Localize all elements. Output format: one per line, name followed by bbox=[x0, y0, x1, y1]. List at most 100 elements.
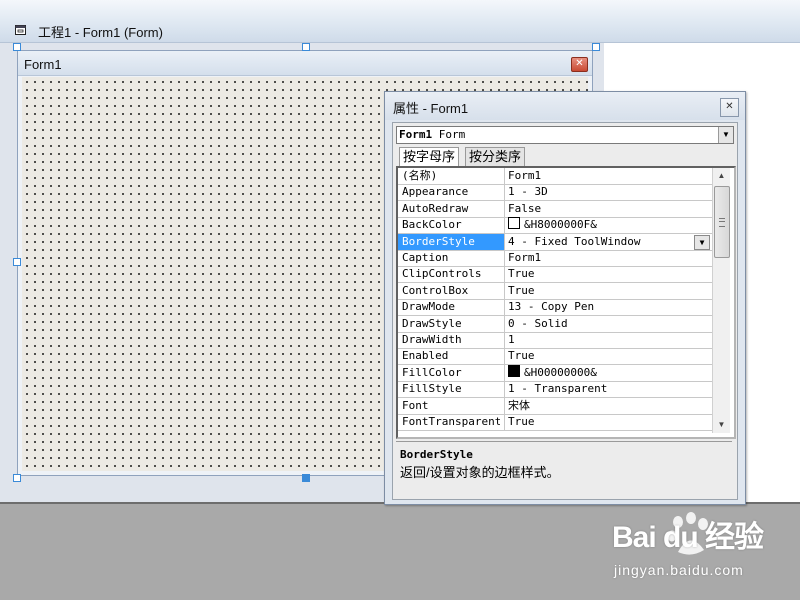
column-divider[interactable] bbox=[504, 217, 505, 234]
tab-alphabetic[interactable]: 按字母序 bbox=[399, 147, 460, 166]
property-value[interactable]: 1 - Transparent bbox=[508, 381, 712, 397]
property-description: BorderStyle 返回/设置对象的边框样式。 bbox=[396, 441, 732, 496]
property-value-text: &H8000000F& bbox=[524, 218, 597, 232]
property-value-text: True bbox=[508, 283, 535, 297]
object-type: Form bbox=[432, 128, 466, 141]
column-divider[interactable] bbox=[504, 184, 505, 201]
chevron-down-icon[interactable]: ▼ bbox=[694, 234, 710, 250]
column-divider[interactable] bbox=[504, 200, 505, 217]
property-value-text: True bbox=[508, 267, 535, 281]
property-row[interactable]: FontTransparent True bbox=[398, 414, 712, 431]
column-divider[interactable] bbox=[504, 299, 505, 316]
property-value[interactable]: &H8000000F& bbox=[508, 217, 712, 233]
property-value[interactable]: 4 - Fixed ToolWindow bbox=[508, 234, 712, 250]
property-value[interactable]: True bbox=[508, 283, 712, 299]
object-selector[interactable]: Form1 Form ▼ bbox=[396, 126, 734, 144]
property-value[interactable]: 宋体 bbox=[508, 398, 712, 414]
property-value[interactable]: True bbox=[508, 266, 712, 282]
form1-title: Form1 bbox=[24, 57, 62, 72]
property-name: DrawStyle bbox=[402, 316, 462, 330]
property-value[interactable]: True bbox=[508, 348, 712, 364]
property-row[interactable]: ClipControls True bbox=[398, 266, 712, 284]
property-name: FillColor bbox=[402, 365, 462, 379]
property-name: DrawWidth bbox=[402, 333, 462, 346]
property-row[interactable]: BorderStyle 4 - Fixed ToolWindow ▼ bbox=[398, 233, 712, 251]
close-icon[interactable]: ✕ bbox=[571, 57, 588, 72]
properties-titlebar[interactable]: 属性 - Form1 ✕ bbox=[385, 92, 745, 120]
property-value-text: Form1 bbox=[508, 169, 542, 182]
property-value[interactable]: 0 - Solid bbox=[508, 316, 712, 332]
property-name: FontTransparent bbox=[402, 415, 500, 428]
property-value[interactable]: Form1 bbox=[508, 250, 712, 266]
property-value-text: 宋体 bbox=[508, 398, 530, 412]
color-swatch bbox=[508, 217, 520, 230]
resize-handle-top-middle[interactable] bbox=[302, 43, 310, 51]
property-value[interactable]: &H00000000& bbox=[508, 364, 712, 381]
description-text: 返回/设置对象的边框样式。 bbox=[400, 465, 560, 480]
column-divider[interactable] bbox=[504, 397, 505, 414]
watermark-site: jingyan.baidu.com bbox=[614, 562, 744, 578]
column-divider[interactable] bbox=[504, 315, 505, 332]
designer-titlebar[interactable]: 工程1 - Form1 (Form) bbox=[0, 0, 800, 43]
resize-handle-top-left[interactable] bbox=[13, 43, 21, 51]
property-name: FillStyle bbox=[402, 382, 462, 396]
property-value[interactable]: False bbox=[508, 201, 712, 217]
property-value[interactable]: True bbox=[508, 414, 712, 430]
property-rows: (名称) Form1 Appearance 1 - 3D AutoRedraw False… bbox=[398, 168, 712, 433]
baidu-jingyan-watermark: Bai du 经验 jingyan.baidu.com bbox=[612, 512, 792, 592]
property-row[interactable]: AutoRedraw False bbox=[398, 200, 712, 218]
scrollbar-thumb[interactable] bbox=[714, 186, 730, 258]
scroll-up-icon[interactable]: ▲ bbox=[713, 168, 730, 184]
property-name: Appearance bbox=[402, 185, 469, 199]
property-name: Enabled bbox=[402, 349, 449, 363]
resize-handle-bottom-middle[interactable] bbox=[302, 474, 310, 482]
property-row[interactable]: FillColor &H00000000& bbox=[398, 364, 712, 382]
property-value-text: 4 - Fixed ToolWindow bbox=[508, 234, 641, 248]
property-value[interactable]: 1 - 3D bbox=[508, 184, 712, 200]
property-value[interactable]: 13 - Copy Pen bbox=[508, 299, 712, 315]
color-swatch bbox=[508, 364, 520, 377]
property-row[interactable]: Appearance 1 - 3D bbox=[398, 184, 712, 202]
property-grid: (名称) Form1 Appearance 1 - 3D AutoRedraw False… bbox=[396, 166, 736, 439]
close-icon[interactable]: ✕ bbox=[720, 98, 739, 117]
column-divider[interactable] bbox=[504, 414, 505, 430]
property-value-text: &H00000000& bbox=[524, 365, 597, 379]
property-value-text: 1 - 3D bbox=[508, 185, 548, 199]
scroll-down-icon[interactable]: ▼ bbox=[713, 417, 730, 433]
property-row[interactable]: ControlBox True bbox=[398, 282, 712, 300]
property-row[interactable]: Font 宋体 bbox=[398, 397, 712, 415]
property-value-text: False bbox=[508, 201, 542, 215]
column-divider[interactable] bbox=[504, 364, 505, 381]
column-divider[interactable] bbox=[504, 168, 505, 184]
property-row[interactable]: Caption Form1 bbox=[398, 250, 712, 267]
resize-handle-top-right[interactable] bbox=[592, 43, 600, 51]
property-value[interactable]: Form1 bbox=[508, 168, 712, 184]
tab-categorized[interactable]: 按分类序 bbox=[465, 147, 526, 166]
column-divider[interactable] bbox=[504, 266, 505, 283]
property-value[interactable]: 1 bbox=[508, 332, 712, 348]
property-row[interactable]: (名称) Form1 bbox=[398, 168, 712, 185]
property-row[interactable]: DrawWidth 1 bbox=[398, 332, 712, 349]
property-value-text: 13 - Copy Pen bbox=[508, 300, 595, 314]
column-divider[interactable] bbox=[504, 233, 505, 250]
property-row[interactable]: DrawStyle 0 - Solid bbox=[398, 315, 712, 333]
properties-body: Form1 Form ▼ 按字母序 按分类序 (名称) Form1 Appearan… bbox=[392, 122, 738, 500]
chevron-down-icon[interactable]: ▼ bbox=[718, 127, 733, 143]
column-divider[interactable] bbox=[504, 348, 505, 365]
form1-titlebar: Form1 ✕ bbox=[18, 51, 592, 76]
column-divider[interactable] bbox=[504, 250, 505, 266]
designer-title: 工程1 - Form1 (Form) bbox=[38, 25, 163, 40]
property-value-text: True bbox=[508, 349, 535, 363]
column-divider[interactable] bbox=[504, 282, 505, 299]
property-row[interactable]: DrawMode 13 - Copy Pen bbox=[398, 299, 712, 317]
property-row[interactable]: BackColor &H8000000F& bbox=[398, 217, 712, 235]
watermark-logo-text: Bai du 经验 bbox=[612, 521, 764, 554]
resize-handle-bottom-left[interactable] bbox=[13, 474, 21, 482]
property-grid-scrollbar[interactable]: ▲ ▼ bbox=[712, 168, 730, 433]
property-row[interactable]: Enabled True bbox=[398, 348, 712, 366]
property-row[interactable]: FillStyle 1 - Transparent bbox=[398, 381, 712, 399]
column-divider[interactable] bbox=[504, 332, 505, 348]
property-name: (名称) bbox=[402, 169, 438, 182]
resize-handle-middle-left[interactable] bbox=[13, 258, 21, 266]
column-divider[interactable] bbox=[504, 381, 505, 398]
